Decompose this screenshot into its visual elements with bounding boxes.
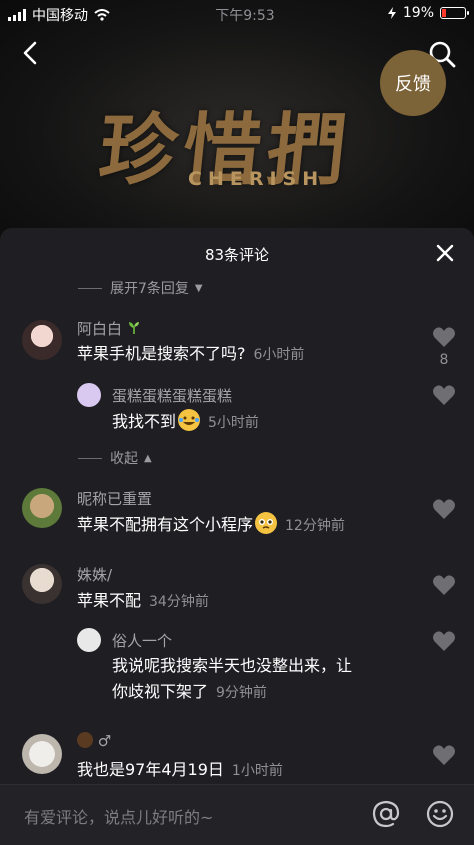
like-count: 8: [439, 352, 449, 368]
video-header: 中国移动 下午9:53 19% 珍惜捫 CHERISH 反馈: [0, 0, 474, 240]
comment-text: 我说呢我搜索半天也没整出来，让: [112, 656, 353, 675]
heart-icon[interactable]: [432, 574, 456, 596]
comment-input-bar: 有爱评论，说点儿好听的~: [0, 784, 474, 845]
status-bar: 中国移动 下午9:53 19%: [0, 0, 474, 28]
comment-text: 苹果不配 34分钟前: [77, 591, 209, 610]
comment-text-line2: 你歧视下架了 9分钟前: [112, 682, 267, 701]
heart-icon[interactable]: [432, 630, 456, 652]
emoji-icon[interactable]: [426, 800, 454, 828]
at-icon[interactable]: [372, 800, 400, 828]
video-title-sub: CHERISH: [188, 168, 325, 190]
comment-time: 34分钟前: [149, 594, 209, 610]
comment-author[interactable]: ♂: [77, 732, 111, 750]
comment-time: 9分钟前: [216, 685, 267, 701]
back-arrow-icon[interactable]: [18, 40, 44, 66]
expand-replies-label: 展开7条回复: [110, 281, 189, 297]
avatar[interactable]: [77, 383, 101, 407]
caret-up-icon: ▲: [144, 452, 152, 464]
comment-author[interactable]: 俗人一个: [112, 630, 172, 651]
battery-icon: [440, 7, 469, 19]
comment-author[interactable]: 蛋糕蛋糕蛋糕蛋糕: [112, 385, 232, 406]
battery-percent: 19%: [402, 5, 434, 21]
comment-time: 6小时前: [253, 347, 305, 363]
comment-text: 我找不到 5小时前: [112, 409, 259, 435]
comment-author[interactable]: 阿白白: [77, 318, 141, 339]
comment-time: 12分钟前: [285, 518, 345, 534]
avatar[interactable]: [77, 628, 101, 652]
heart-icon[interactable]: [432, 744, 456, 766]
comment-author[interactable]: 昵称已重置: [77, 488, 152, 509]
sprout-icon: [128, 322, 139, 334]
status-right: 19%: [387, 5, 469, 21]
heart-icon[interactable]: [432, 498, 456, 520]
comment-count-title: 83条评论: [204, 246, 270, 264]
avatar[interactable]: [22, 734, 62, 774]
user-emoji-icon: [77, 732, 93, 748]
comment-time: 1小时前: [231, 763, 283, 779]
expand-replies-button[interactable]: 展开7条回复 ▼: [78, 278, 203, 298]
comment-time: 5小时前: [208, 415, 259, 431]
avatar[interactable]: [22, 564, 62, 604]
avatar[interactable]: [22, 320, 62, 360]
laughing-emoji-icon: [178, 409, 201, 431]
feedback-button[interactable]: 反馈: [380, 50, 446, 116]
charging-icon: [387, 7, 396, 19]
caret-down-icon: ▼: [194, 282, 203, 294]
comment-sheet: 83条评论 展开7条回复 ▼ 阿白白 苹果手机是搜索不了吗? 6小时前 8 蛋糕蛋…: [0, 228, 474, 844]
collapse-replies-button[interactable]: 收起 ▲: [78, 448, 152, 468]
divider-line: [78, 287, 102, 289]
pleading-emoji-icon: [255, 512, 278, 534]
divider-line: [78, 457, 102, 459]
comment-text: 苹果手机是搜索不了吗? 6小时前: [77, 344, 305, 363]
comment-author[interactable]: 姝姝/: [77, 564, 112, 585]
avatar[interactable]: [22, 488, 62, 528]
comment-input[interactable]: 有爱评论，说点儿好听的~: [24, 804, 213, 828]
close-icon[interactable]: [436, 244, 454, 262]
heart-icon[interactable]: [432, 384, 456, 406]
comment-text: 我也是97年4月19日 1小时前: [77, 760, 283, 779]
comment-text: 苹果不配拥有这个小程序 12分钟前: [77, 512, 345, 538]
heart-icon[interactable]: [432, 326, 456, 348]
collapse-replies-label: 收起: [110, 451, 138, 467]
